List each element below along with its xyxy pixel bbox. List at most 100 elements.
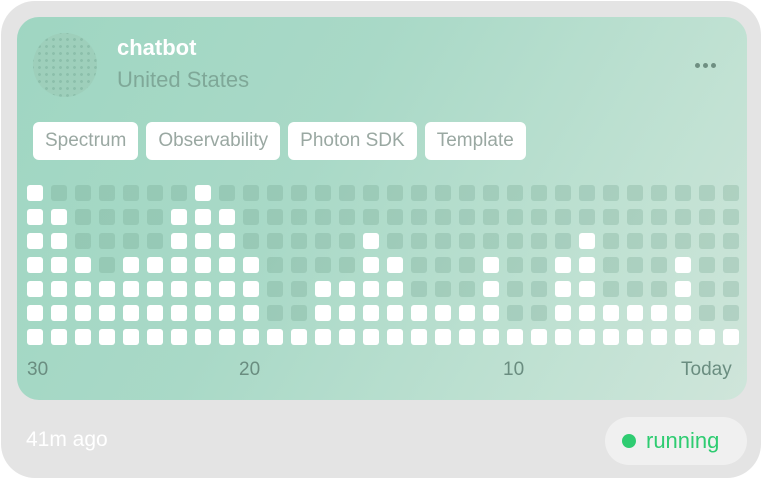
activity-cell-active (75, 329, 91, 345)
activity-cell-active (99, 305, 115, 321)
activity-cell-empty (51, 185, 67, 201)
activity-cell-active (555, 281, 571, 297)
activity-cell-active (219, 281, 235, 297)
activity-cell-empty (579, 185, 595, 201)
activity-cell-active (219, 209, 235, 225)
activity-cell-active (75, 281, 91, 297)
activity-cell-active (651, 305, 667, 321)
activity-cell-empty (627, 257, 643, 273)
activity-cell-empty (291, 233, 307, 249)
activity-cell-empty (411, 233, 427, 249)
activity-cell-active (51, 281, 67, 297)
activity-cell-active (195, 281, 211, 297)
activity-cell-active (411, 329, 427, 345)
activity-cell-active (147, 305, 163, 321)
deployment-card[interactable]: chatbot United States Spectrum Observabi… (1, 1, 761, 478)
activity-cell-active (555, 257, 571, 273)
activity-cell-active (243, 305, 259, 321)
activity-cell-active (171, 281, 187, 297)
activity-cell-active (195, 185, 211, 201)
activity-cell-active (675, 329, 691, 345)
activity-cell-active (483, 281, 499, 297)
activity-cell-empty (531, 209, 547, 225)
activity-cell-empty (147, 233, 163, 249)
activity-cell-active (171, 257, 187, 273)
activity-cell-active (147, 281, 163, 297)
activity-cell-empty (315, 257, 331, 273)
activity-cell-active (267, 329, 283, 345)
activity-cell-empty (507, 281, 523, 297)
activity-cell-active (603, 305, 619, 321)
activity-cell-active (579, 305, 595, 321)
activity-cell-active (51, 305, 67, 321)
activity-cell-active (435, 329, 451, 345)
activity-cell-active (27, 185, 43, 201)
activity-cell-empty (267, 209, 283, 225)
activity-cell-empty (627, 281, 643, 297)
activity-cell-empty (699, 281, 715, 297)
activity-cell-empty (435, 281, 451, 297)
activity-cell-active (483, 257, 499, 273)
activity-cell-active (699, 329, 715, 345)
activity-cell-empty (267, 185, 283, 201)
status-dot (622, 434, 636, 448)
activity-cell-active (315, 281, 331, 297)
activity-cell-empty (363, 185, 379, 201)
activity-cell-empty (483, 209, 499, 225)
activity-cell-empty (315, 185, 331, 201)
activity-cell-active (459, 329, 475, 345)
activity-cell-active (675, 281, 691, 297)
activity-cell-empty (99, 185, 115, 201)
activity-cell-empty (267, 281, 283, 297)
activity-cell-empty (339, 185, 355, 201)
activity-cell-empty (699, 233, 715, 249)
activity-cell-active (387, 281, 403, 297)
activity-cell-active (27, 257, 43, 273)
activity-cell-active (171, 305, 187, 321)
activity-cell-empty (675, 209, 691, 225)
activity-cell-empty (411, 185, 427, 201)
activity-cell-empty (555, 209, 571, 225)
activity-cell-active (435, 305, 451, 321)
activity-cell-empty (99, 233, 115, 249)
activity-cell-empty (507, 257, 523, 273)
activity-cell-active (483, 329, 499, 345)
x-axis-label: 10 (503, 359, 525, 380)
activity-cell-empty (459, 209, 475, 225)
activity-cell-empty (459, 257, 475, 273)
activity-cell-empty (291, 257, 307, 273)
activity-cell-active (651, 329, 667, 345)
activity-cell-active (507, 329, 523, 345)
activity-cell-empty (291, 305, 307, 321)
activity-cell-empty (267, 233, 283, 249)
activity-cell-empty (123, 233, 139, 249)
activity-cell-empty (507, 209, 523, 225)
activity-cell-empty (267, 257, 283, 273)
activity-cell-empty (459, 233, 475, 249)
activity-cell-active (363, 257, 379, 273)
activity-cell-empty (123, 209, 139, 225)
activity-cell-active (459, 305, 475, 321)
activity-cell-active (171, 209, 187, 225)
activity-cell-active (195, 209, 211, 225)
x-axis-label: 20 (239, 359, 261, 380)
activity-cell-empty (291, 185, 307, 201)
activity-cell-empty (363, 209, 379, 225)
activity-cell-active (243, 329, 259, 345)
activity-cell-active (147, 257, 163, 273)
activity-cell-empty (387, 233, 403, 249)
activity-cell-empty (75, 185, 91, 201)
activity-cell-active (123, 305, 139, 321)
activity-cell-active (75, 305, 91, 321)
activity-cell-empty (411, 257, 427, 273)
activity-cell-active (75, 257, 91, 273)
activity-cell-active (171, 233, 187, 249)
activity-cell-empty (723, 257, 739, 273)
status-badge: running (605, 417, 747, 465)
activity-cell-active (27, 209, 43, 225)
activity-cell-active (555, 305, 571, 321)
activity-cell-empty (507, 233, 523, 249)
status-text: running (646, 428, 720, 453)
activity-cell-empty (411, 209, 427, 225)
activity-cell-empty (555, 185, 571, 201)
